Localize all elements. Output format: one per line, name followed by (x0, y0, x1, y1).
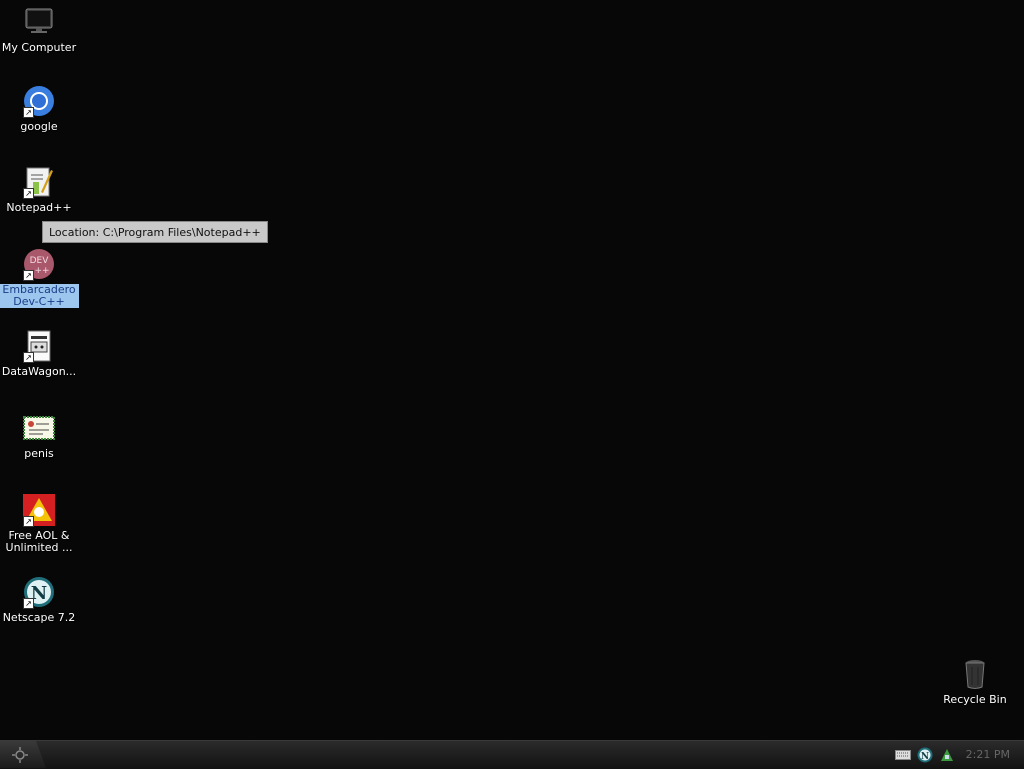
svg-text:++: ++ (34, 266, 49, 276)
shortcut-arrow-icon: ↗ (23, 352, 34, 363)
taskbar: N 2:21 PM (0, 740, 1024, 769)
desktop-icon-recycle-bin[interactable]: Recycle Bin (935, 658, 1015, 706)
svg-text:DEV: DEV (30, 256, 50, 266)
shortcut-arrow-icon: ↗ (23, 598, 34, 609)
desktop: My Computer ↗ google ↗ Notepad++ DEV ++ … (0, 0, 1024, 740)
system-tray: N 2:21 PM (892, 741, 1024, 768)
desktop-icon-label: Free AOL & Unlimited ... (5, 529, 73, 554)
tooltip: Location: C:\Program Files\Notepad++ (42, 221, 268, 243)
desktop-icon-certificate[interactable]: penis (0, 412, 79, 460)
desktop-icon-label: penis (24, 447, 54, 460)
computer-icon (23, 6, 55, 38)
shortcut-arrow-icon: ↗ (23, 516, 34, 527)
notepadpp-icon: ↗ (23, 166, 55, 199)
desktop-icon-label: My Computer (1, 41, 77, 54)
desktop-icon-aol[interactable]: ↗ Free AOL & Unlimited ... (0, 494, 79, 554)
shortcut-arrow-icon: ↗ (23, 270, 34, 281)
shortcut-arrow-icon: ↗ (23, 107, 34, 118)
svg-text:N: N (921, 752, 929, 762)
desktop-icon-label: Notepad++ (6, 201, 72, 214)
network-tray-icon[interactable] (938, 746, 956, 764)
datawagon-icon: ↗ (23, 330, 55, 363)
devcpp-icon: DEV ++ ↗ (23, 248, 55, 281)
shortcut-arrow-icon: ↗ (23, 188, 34, 199)
clock[interactable]: 2:21 PM (958, 748, 1024, 761)
certificate-icon (23, 412, 55, 444)
desktop-icon-label: Recycle Bin (943, 693, 1007, 706)
desktop-icon-label: DataWagon... (1, 365, 77, 378)
netscape-icon: N ↗ (23, 576, 55, 609)
desktop-icon-netscape[interactable]: N ↗ Netscape 7.2 (0, 576, 79, 624)
desktop-icon-devcpp[interactable]: DEV ++ ↗ Embarcadero Dev-C++ (0, 248, 79, 308)
netscape-tray-icon[interactable]: N (916, 746, 934, 764)
desktop-icon-notepadpp[interactable]: ↗ Notepad++ (0, 166, 79, 214)
desktop-icon-label: Embarcadero Dev-C++ (0, 284, 79, 308)
start-orb-icon (12, 747, 28, 763)
chrome-icon: ↗ (23, 85, 55, 118)
keyboard-icon[interactable] (894, 746, 912, 764)
desktop-icon-my-computer[interactable]: My Computer (0, 6, 79, 54)
desktop-icon-label: Netscape 7.2 (2, 611, 76, 624)
recycle-bin-icon (959, 658, 991, 690)
start-button[interactable] (0, 741, 46, 768)
desktop-icon-google[interactable]: ↗ google (0, 85, 79, 133)
desktop-icon-datawagon[interactable]: ↗ DataWagon... (0, 330, 79, 378)
desktop-icon-label: google (20, 120, 58, 133)
aol-icon: ↗ (23, 494, 55, 527)
